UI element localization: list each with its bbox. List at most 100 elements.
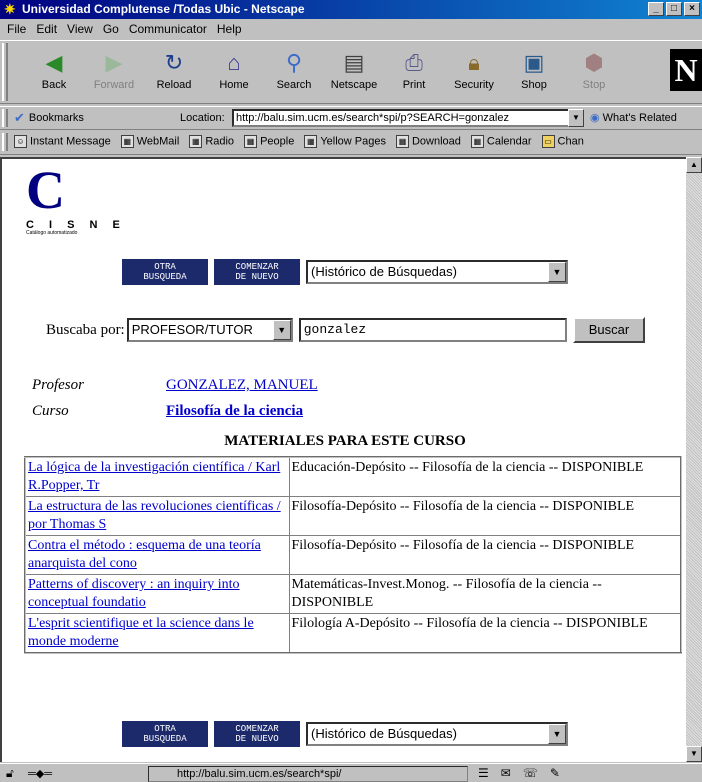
historico-value: (Histórico de Búsquedas) [311, 726, 457, 741]
webmail-link[interactable]: ▦ WebMail [120, 135, 179, 148]
menu-edit[interactable]: Edit [31, 22, 62, 36]
location-input[interactable]: http://balu.sim.ucm.es/search*spi/p?SEAR… [232, 109, 570, 127]
menu-file[interactable]: File [2, 22, 31, 36]
menu-go[interactable]: Go [98, 22, 124, 36]
forward-label: Forward [93, 79, 135, 91]
calendar-link[interactable]: ▦ Calendar [470, 135, 532, 148]
buscar-button[interactable]: Buscar [572, 317, 646, 343]
home-label: Home [219, 79, 249, 91]
back-button[interactable]: ◀ Back [24, 45, 84, 101]
location-label: Location: [180, 112, 225, 124]
minimize-button[interactable]: _ [648, 2, 664, 16]
netscape-button[interactable]: ▤ Netscape [324, 45, 384, 101]
material-title-cell: Contra el método : esquema de una teoría… [24, 535, 290, 575]
search-type-select[interactable]: PROFESOR/TUTOR ▼ [126, 318, 293, 342]
channels-label: Chan [557, 135, 584, 148]
comenzar-de-nuevo-button-bottom[interactable]: COMENZAR DE NUEVO [214, 721, 300, 747]
people-label: People [260, 135, 295, 148]
download-label: Download [411, 135, 461, 148]
netscape-icon: ▤ [343, 50, 365, 75]
otra-busqueda-button[interactable]: OTRA BUSQUEDA [122, 259, 208, 285]
material-title-link[interactable]: Patterns of discovery : an inquiry into … [28, 577, 240, 610]
people-link[interactable]: ▦ People [244, 135, 294, 148]
download-link[interactable]: ▦ Download [395, 135, 461, 148]
menu-help[interactable]: Help [212, 22, 247, 36]
material-location-cell: Filología A-Depósito -- Filosofía de la … [288, 613, 682, 654]
netscape-app-icon: ✷ [4, 1, 16, 17]
cisne-logo[interactable]: C C I S N E Catálogo automatizado [26, 160, 126, 236]
historico-value: (Histórico de Búsquedas) [311, 264, 457, 279]
bookmarks-label: Bookmarks [28, 112, 84, 124]
netscape-window: ✷ Universidad Complutense /Todas Ubic - … [0, 0, 702, 782]
personal-toolbar: ☺ Instant Message ▦ WebMail ▦ Radio ▦ People… [0, 131, 702, 155]
material-title-cell: L'esprit scientifique et la science dans… [24, 613, 290, 654]
stop-button[interactable]: ⬢ Stop [564, 45, 624, 101]
material-location-cell: Educación-Depósito -- Filosofía de la ci… [288, 456, 682, 497]
menu-communicator[interactable]: Communicator [124, 22, 212, 36]
materials-table: La lógica de la investigación científica… [24, 456, 682, 654]
bookmark-page-icon: ▦ [395, 135, 409, 148]
yellow-pages-label: Yellow Pages [320, 135, 386, 148]
material-title-link[interactable]: La estructura de las revoluciones cientí… [28, 499, 281, 532]
instant-message-link[interactable]: ☺ Instant Message [14, 135, 111, 148]
page-content[interactable]: C C I S N E Catálogo automatizado OTRA B… [0, 157, 686, 762]
menu-view[interactable]: View [62, 22, 98, 36]
profesor-label: Profesor [32, 377, 84, 393]
calendar-label: Calendar [486, 135, 532, 148]
material-title-link[interactable]: Contra el método : esquema de una teoría… [28, 538, 261, 571]
close-button[interactable]: × [684, 2, 700, 16]
curso-link[interactable]: Filosofía de la ciencia [166, 403, 303, 420]
otra-busqueda-button-bottom[interactable]: OTRA BUSQUEDA [122, 721, 208, 747]
search-type-value: PROFESOR/TUTOR [131, 322, 253, 337]
menu-bar: File Edit View Go Communicator Help [0, 19, 702, 39]
shop-button[interactable]: ▣ Shop [504, 45, 564, 101]
maximize-button[interactable]: □ [666, 2, 682, 16]
reload-label: Reload [156, 79, 192, 91]
netscape-logo[interactable]: N [670, 49, 702, 91]
home-button[interactable]: ⌂ Home [204, 45, 264, 101]
yellow-pages-link[interactable]: ▦ Yellow Pages [304, 135, 386, 148]
instant-message-icon: ☺ [14, 135, 27, 148]
bookmarks-button[interactable]: ✔ Bookmarks [14, 110, 84, 126]
radio-link[interactable]: ▦ Radio [189, 135, 234, 148]
material-title-cell: La estructura de las revoluciones cientí… [24, 496, 290, 536]
print-button[interactable]: ⎙ Print [384, 45, 444, 101]
navigator-icon[interactable]: ☰ [478, 766, 489, 780]
profesor-link[interactable]: GONZALEZ, MANUEL [166, 377, 318, 394]
materials-title: MATERIALES PARA ESTE CURSO [224, 433, 466, 449]
status-bar: 🔓︎ ═◆═ http://balu.sim.ucm.es/search*spi… [0, 763, 702, 782]
scroll-up-icon[interactable]: ▲ [686, 157, 702, 173]
historico-select-bottom[interactable]: (Histórico de Búsquedas) ▼ [306, 722, 568, 746]
material-title-link[interactable]: La lógica de la investigación científica… [28, 460, 280, 493]
material-title-link[interactable]: L'esprit scientifique et la science dans… [28, 616, 254, 649]
material-location-cell: Matemáticas-Invest.Monog. -- Filosofía d… [288, 574, 682, 614]
personal-grip[interactable] [2, 133, 8, 151]
historico-select[interactable]: (Histórico de Búsquedas) ▼ [306, 260, 568, 284]
scroll-down-icon[interactable]: ▼ [686, 746, 702, 762]
home-icon: ⌂ [227, 50, 241, 75]
toolbar-grip[interactable] [2, 43, 8, 101]
discussion-icon[interactable]: ☏ [523, 766, 538, 780]
security-status-icon[interactable]: 🔓︎ [6, 766, 14, 781]
channels-link[interactable]: ▭ Chan [541, 135, 584, 148]
bookmarks-icon: ✔ [14, 110, 25, 125]
location-dropdown-icon[interactable]: ▼ [568, 109, 584, 127]
reload-button[interactable]: ↻ Reload [144, 45, 204, 101]
security-button[interactable]: 🔒︎ Security [444, 45, 504, 101]
table-row: La lógica de la investigación científica… [24, 456, 682, 497]
vertical-scrollbar[interactable]: ▲ ▼ [686, 157, 702, 762]
mail-icon[interactable]: ✉ [501, 766, 511, 780]
cisne-swan-icon: C [26, 160, 65, 220]
title-bar[interactable]: ✷ Universidad Complutense /Todas Ubic - … [0, 0, 702, 19]
reload-icon: ↻ [164, 50, 184, 75]
composer-icon[interactable]: ✎ [550, 766, 560, 780]
search-input[interactable]: gonzalez [298, 318, 567, 342]
curso-label: Curso [32, 403, 69, 419]
forward-button[interactable]: ▶ Forward [84, 45, 144, 101]
forward-icon: ▶ [105, 50, 123, 75]
whats-related-button[interactable]: ◉ What's Related [590, 111, 677, 124]
location-grip[interactable] [2, 109, 8, 127]
comenzar-de-nuevo-button[interactable]: COMENZAR DE NUEVO [214, 259, 300, 285]
search-button[interactable]: ⚲ Search [264, 45, 324, 101]
whats-related-icon: ◉ [590, 112, 600, 124]
